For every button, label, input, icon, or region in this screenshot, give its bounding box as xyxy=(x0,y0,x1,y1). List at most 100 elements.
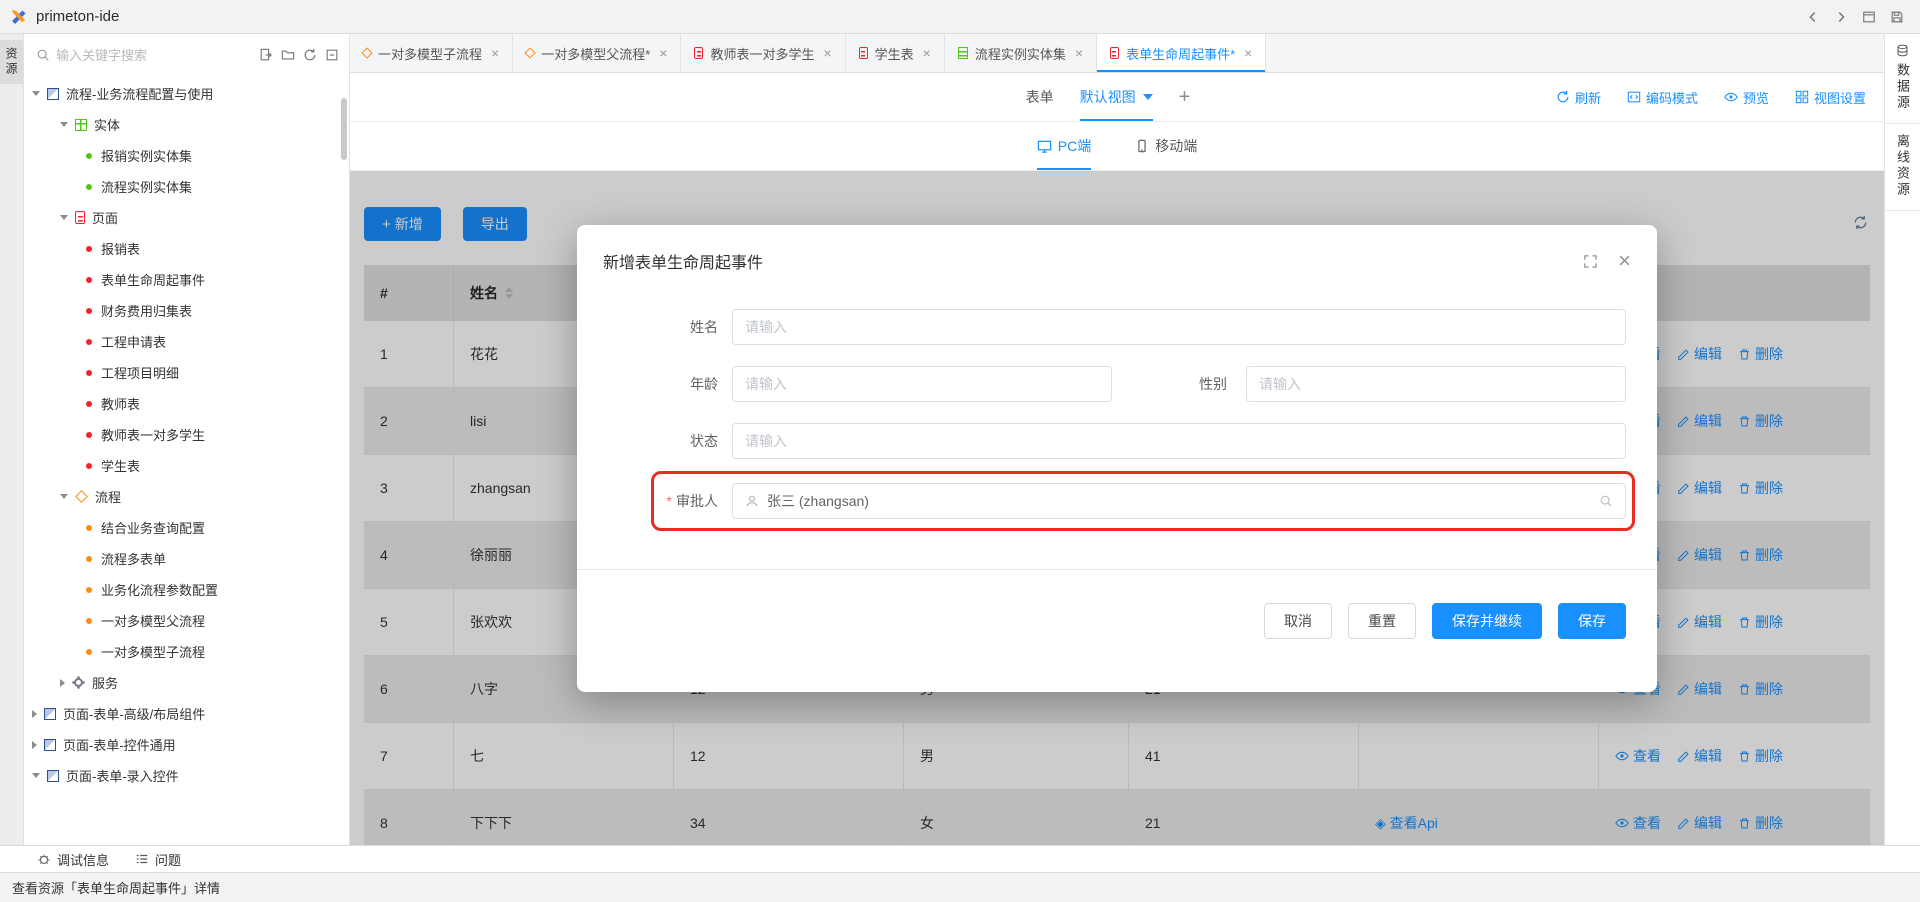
tree-item[interactable]: 一对多模型子流程 xyxy=(24,636,349,667)
tree-arrow-icon[interactable] xyxy=(60,494,68,499)
tree-bullet-icon xyxy=(86,277,92,283)
close-tab-icon[interactable]: × xyxy=(923,46,931,60)
cancel-button[interactable]: 取消 xyxy=(1264,603,1332,639)
close-tab-icon[interactable]: × xyxy=(1075,46,1083,60)
form-tab[interactable]: 表单 xyxy=(1026,73,1054,121)
layout-icon[interactable] xyxy=(1862,10,1876,24)
tree-item[interactable]: 流程实例实体集 xyxy=(24,171,349,202)
tree-item[interactable]: 表单生命周起事件 xyxy=(24,264,349,295)
offline-resources-rail-tab[interactable]: 离线资源 xyxy=(1885,124,1920,211)
tree-item[interactable]: 页面 xyxy=(24,202,349,233)
tree-arrow-icon[interactable] xyxy=(32,91,40,96)
approver-field-label: 审批人 xyxy=(654,491,718,511)
nav-back-icon[interactable] xyxy=(1806,10,1820,24)
resources-rail-tab[interactable]: 资源 xyxy=(0,40,23,84)
editor-tab[interactable]: 教师表一对多学生 × xyxy=(681,34,845,72)
name-field[interactable] xyxy=(732,309,1626,345)
search-icon[interactable] xyxy=(1599,494,1613,508)
tree-item-label: 表单生命周起事件 xyxy=(101,270,205,289)
app-logo-icon xyxy=(10,8,28,26)
database-icon xyxy=(1896,44,1909,57)
data-source-rail-tab[interactable]: 数据源 xyxy=(1885,34,1920,124)
approver-value: 张三 (zhangsan) xyxy=(767,491,869,511)
tree-bullet-icon xyxy=(86,246,92,252)
tree-item[interactable]: 工程申请表 xyxy=(24,326,349,357)
tree-arrow-icon[interactable] xyxy=(32,773,40,778)
page-icon xyxy=(859,47,868,59)
tree-arrow-icon[interactable] xyxy=(60,122,68,127)
editor-tab[interactable]: 学生表 × xyxy=(846,34,945,72)
tree-item-label: 工程项目明细 xyxy=(101,363,179,382)
preview-button[interactable]: 预览 xyxy=(1724,88,1769,107)
reset-button[interactable]: 重置 xyxy=(1348,603,1416,639)
collapse-all-icon[interactable] xyxy=(325,48,339,62)
tree-item[interactable]: 一对多模型父流程 xyxy=(24,605,349,636)
refresh-button[interactable]: 刷新 xyxy=(1556,88,1601,107)
resources-panel: 流程-业务流程配置与使用 实体 报销实例实体集 xyxy=(24,34,350,845)
save-continue-button[interactable]: 保存并继续 xyxy=(1432,603,1542,639)
tree-arrow-icon[interactable] xyxy=(32,741,37,749)
tab-pc[interactable]: PC端 xyxy=(1037,122,1091,170)
debug-info-tab[interactable]: 调试信息 xyxy=(37,850,109,869)
tree-bullet-icon xyxy=(86,184,92,190)
tree-item[interactable]: 财务费用归集表 xyxy=(24,295,349,326)
tree-item[interactable]: 学生表 xyxy=(24,450,349,481)
save-icon[interactable] xyxy=(1890,10,1904,24)
problems-tab[interactable]: 问题 xyxy=(135,850,181,869)
code-mode-button[interactable]: 编码模式 xyxy=(1627,88,1698,107)
tree-bullet-icon xyxy=(86,370,92,376)
fullscreen-icon[interactable] xyxy=(1583,254,1598,269)
tree-item[interactable]: 结合业务查询配置 xyxy=(24,512,349,543)
tree-item-label: 教师表 xyxy=(101,394,140,413)
tree-item[interactable]: 教师表一对多学生 xyxy=(24,419,349,450)
tree-arrow-icon[interactable] xyxy=(32,710,37,718)
tab-mobile[interactable]: 移动端 xyxy=(1135,122,1197,170)
locate-file-icon[interactable] xyxy=(259,48,273,62)
tree-item[interactable]: 报销实例实体集 xyxy=(24,140,349,171)
tree-item[interactable]: 流程 xyxy=(24,481,349,512)
tree-item[interactable]: 实体 xyxy=(24,109,349,140)
close-tab-icon[interactable]: × xyxy=(1244,46,1252,60)
resource-search-input[interactable] xyxy=(56,48,251,63)
tree-item[interactable]: 工程项目明细 xyxy=(24,357,349,388)
save-button[interactable]: 保存 xyxy=(1558,603,1626,639)
close-tab-icon[interactable]: × xyxy=(491,46,499,60)
close-icon[interactable]: × xyxy=(1618,250,1631,272)
tree-item[interactable]: 报销表 xyxy=(24,233,349,264)
view-settings-button[interactable]: 视图设置 xyxy=(1795,88,1866,107)
package-icon xyxy=(44,708,56,720)
tree-item[interactable]: 页面-表单-高级/布局组件 xyxy=(24,698,349,729)
editor-tab[interactable]: 流程实例实体集 × xyxy=(945,34,1097,72)
eye-icon xyxy=(1724,90,1738,104)
tree-item-label: 学生表 xyxy=(101,456,140,475)
add-view-button[interactable]: + xyxy=(1179,73,1191,121)
status-field[interactable] xyxy=(732,423,1626,459)
editor-tab[interactable]: 表单生命周起事件* × xyxy=(1097,34,1266,72)
sidebar-scrollbar[interactable] xyxy=(341,98,347,160)
approver-select[interactable]: 张三 (zhangsan) xyxy=(732,483,1626,519)
tree-item[interactable]: 服务 xyxy=(24,667,349,698)
editor-tab[interactable]: 一对多模型子流程 × xyxy=(350,34,513,72)
tree-bullet-icon xyxy=(86,618,92,624)
view-selector[interactable]: 默认视图 xyxy=(1080,73,1153,121)
nav-forward-icon[interactable] xyxy=(1834,10,1848,24)
tree-item[interactable]: 业务化流程参数配置 xyxy=(24,574,349,605)
age-field[interactable] xyxy=(732,366,1112,402)
close-tab-icon[interactable]: × xyxy=(659,46,667,60)
tree-item[interactable]: 流程多表单 xyxy=(24,543,349,574)
close-tab-icon[interactable]: × xyxy=(823,46,831,60)
tree-item[interactable]: 流程-业务流程配置与使用 xyxy=(24,78,349,109)
grid-icon xyxy=(1795,90,1809,104)
tree-item[interactable]: 页面-表单-控件通用 xyxy=(24,729,349,760)
editor-tab-label: 教师表一对多学生 xyxy=(710,44,814,63)
editor-tab-label: 一对多模型父流程* xyxy=(541,44,650,63)
tree-arrow-icon[interactable] xyxy=(60,679,65,687)
editor-tab[interactable]: 一对多模型父流程* × xyxy=(513,34,681,72)
folder-icon[interactable] xyxy=(281,48,295,62)
gender-field[interactable] xyxy=(1246,366,1626,402)
tree-item[interactable]: 教师表 xyxy=(24,388,349,419)
tree-item-label: 一对多模型父流程 xyxy=(101,611,205,630)
tree-item[interactable]: 页面-表单-录入控件 xyxy=(24,760,349,791)
refresh-tree-icon[interactable] xyxy=(303,48,317,62)
tree-arrow-icon[interactable] xyxy=(60,215,68,220)
